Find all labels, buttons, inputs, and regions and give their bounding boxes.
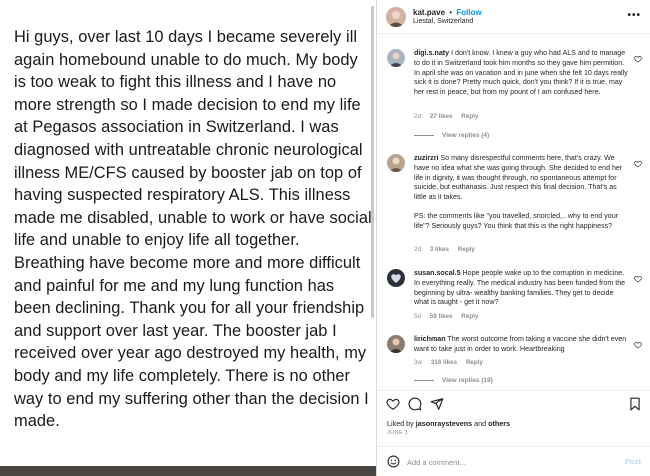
- commenter-avatar[interactable]: [387, 154, 405, 172]
- comments-panel: kat.pave • Follow Liestal, Switzerland •…: [376, 0, 650, 476]
- separator-dot: •: [449, 8, 453, 17]
- comment-meta: 2d 27 likes Reply: [414, 113, 485, 120]
- comment-ps-text: PS: the comments like "you travelled, sn…: [414, 211, 618, 230]
- view-replies-button[interactable]: View replies (4): [414, 132, 489, 139]
- more-options-icon[interactable]: •••: [627, 10, 641, 21]
- comment-likes[interactable]: 27 likes: [430, 113, 453, 120]
- author-line: kat.pave • Follow: [413, 8, 482, 17]
- author-username[interactable]: kat.pave: [413, 8, 445, 17]
- comment-like-icon[interactable]: [634, 275, 642, 283]
- comment-input[interactable]: [407, 453, 607, 471]
- commenter-avatar[interactable]: [387, 335, 405, 353]
- comment-like-icon[interactable]: [634, 55, 642, 63]
- comment-username[interactable]: digi.s.naty: [414, 49, 449, 57]
- liked-by-and: and: [472, 419, 489, 428]
- follow-button[interactable]: Follow: [456, 8, 481, 17]
- post-location[interactable]: Liestal, Switzerland: [413, 18, 473, 25]
- comment-username[interactable]: zuzirzri: [414, 154, 438, 162]
- reply-button[interactable]: Reply: [461, 313, 478, 320]
- media-bottom-strip: [0, 466, 376, 476]
- post-actions-bar: [377, 390, 650, 418]
- comment-time: 2d: [414, 113, 422, 120]
- liked-by-line: Liked by jasonraystevens and others: [387, 419, 510, 428]
- add-comment-bar: Post: [377, 446, 650, 476]
- liked-by-prefix: Liked by: [387, 419, 416, 428]
- reply-button[interactable]: Reply: [461, 113, 478, 120]
- reply-button[interactable]: Reply: [466, 359, 483, 366]
- view-replies-label: View replies (4): [442, 132, 490, 139]
- post-header: kat.pave • Follow Liestal, Switzerland •…: [377, 0, 650, 34]
- comment-time: 2d: [414, 246, 422, 253]
- author-avatar[interactable]: [386, 7, 406, 27]
- comment-likes[interactable]: 59 likes: [430, 313, 453, 320]
- replies-divider: [414, 134, 434, 136]
- emoji-icon[interactable]: [387, 455, 400, 468]
- comment-body: lirichman The worst outcome from taking …: [414, 335, 630, 355]
- comment-username[interactable]: lirichman: [414, 335, 446, 343]
- commenter-avatar[interactable]: [387, 49, 405, 67]
- comment-username[interactable]: susan.socal.5: [414, 269, 461, 277]
- reply-button[interactable]: Reply: [458, 246, 475, 253]
- view-replies-label: View replies (19): [442, 377, 493, 384]
- liked-by-others[interactable]: others: [488, 419, 510, 428]
- comment-icon[interactable]: [408, 397, 422, 411]
- comment-body: susan.socal.5 Hope people wake up to the…: [414, 269, 630, 308]
- comment-meta: 5d 59 likes Reply: [414, 313, 485, 320]
- comment-text: The worst outcome from taking a vaccine …: [414, 335, 627, 353]
- media-scrollbar[interactable]: [371, 6, 374, 318]
- comment-body: digi.s.naty I don't know. I knew a guy w…: [414, 49, 630, 98]
- comment-meta: 2d 3 likes Reply: [414, 246, 482, 253]
- heart-icon[interactable]: [386, 397, 400, 411]
- commenter-avatar[interactable]: [387, 269, 405, 287]
- comment-text: So many disrespectful comments here, tha…: [414, 154, 623, 202]
- view-replies-button[interactable]: View replies (19): [414, 377, 493, 384]
- liked-by-user[interactable]: jasonraystevens: [416, 419, 472, 428]
- bookmark-icon[interactable]: [628, 397, 642, 411]
- post-image-text: Hi guys, over last 10 days I became seve…: [14, 28, 372, 431]
- comment-list: digi.s.naty I don't know. I knew a guy w…: [377, 35, 650, 390]
- comment-body: zuzirzri So many disrespectful comments …: [414, 154, 630, 232]
- post-date: JUNE 1: [387, 430, 409, 436]
- replies-divider: [414, 379, 434, 381]
- comment-time: 5d: [414, 313, 422, 320]
- post-comment-button[interactable]: Post: [625, 457, 641, 466]
- comment-likes[interactable]: 316 likes: [431, 359, 457, 366]
- comment-like-icon[interactable]: [634, 341, 642, 349]
- comment-like-icon[interactable]: [634, 160, 642, 168]
- comment-meta: 3w 316 likes Reply: [414, 359, 490, 366]
- post-media: Hi guys, over last 10 days I became seve…: [0, 0, 376, 476]
- share-icon[interactable]: [430, 397, 444, 411]
- comment-time: 3w: [414, 359, 423, 366]
- comment-likes[interactable]: 3 likes: [430, 246, 449, 253]
